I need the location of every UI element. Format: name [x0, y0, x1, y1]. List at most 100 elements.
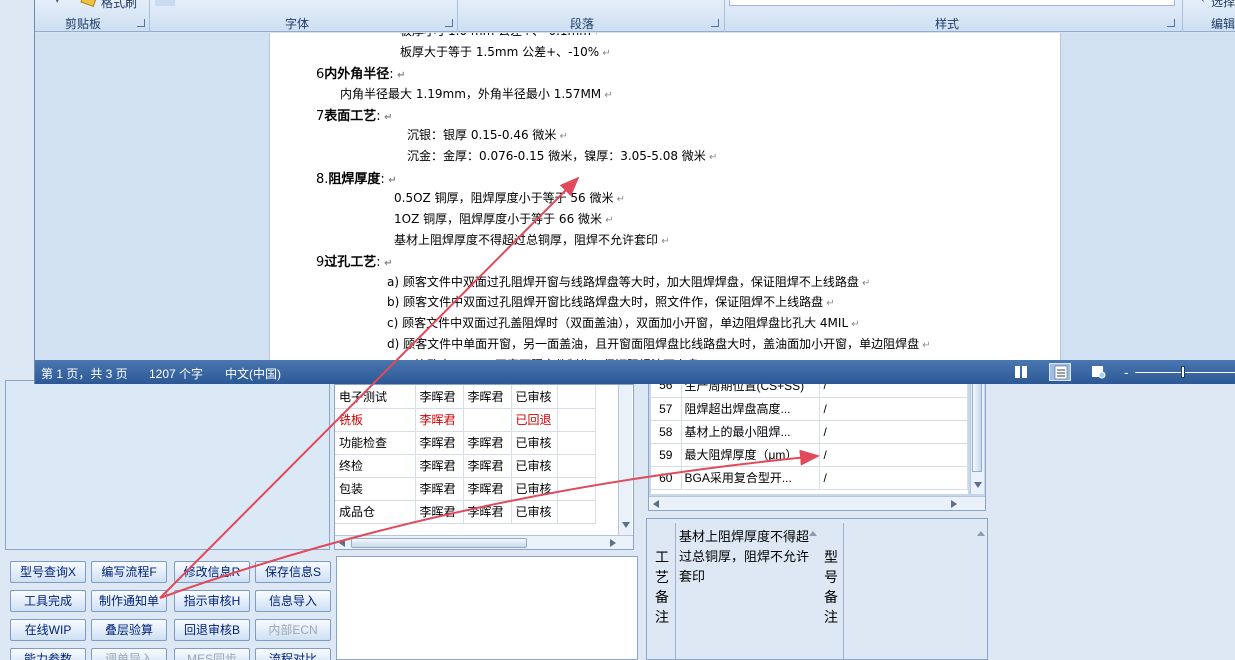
line-text: 0.5OZ 铜厚，阻焊厚度小于等于 56 微米: [394, 191, 614, 205]
doc-paragraph[interactable]: 内角半径最大 1.19mm，外角半径最小 1.57MM ↵: [340, 85, 613, 102]
doc-heading[interactable]: 9过孔工艺: ↵: [316, 251, 393, 270]
process-grid-vscroll[interactable]: [618, 385, 632, 535]
table-row[interactable]: 成品仓 李晖君 李晖君 已审核: [335, 500, 596, 524]
line-text: 1OZ 铜厚，阻焊厚度小于等于 66 微米: [394, 212, 603, 226]
word-window: ▾ 格式刷 剪贴板 字体 段落 样式 ↖ 选择 编辑 板厚小于1.0 mm 公差…: [34, 0, 1235, 384]
paragraph-mark-icon: ↵: [658, 236, 670, 247]
doc-paragraph[interactable]: 0.5OZ 铜厚，阻焊厚度小于等于 56 微米 ↵: [394, 189, 625, 206]
action-button[interactable]: 工具完成: [10, 590, 86, 612]
clipboard-launcher-icon[interactable]: [137, 19, 145, 27]
doc-paragraph[interactable]: 沉银：银厚 0.15-0.46 微米 ↵: [407, 126, 568, 143]
format-painter-icon[interactable]: [80, 0, 98, 8]
scroll-left-icon[interactable]: [653, 500, 659, 508]
process-note-text[interactable]: 基材上阻焊厚度不得超过总铜厚，阻焊不允许套印: [675, 523, 817, 659]
doc-paragraph[interactable]: 沉金：金厚：0.076-0.15 微米，镍厚：3.05-5.08 微米 ↵: [407, 147, 717, 164]
doc-paragraph[interactable]: 板厚小于1.0 mm 公差+、-0.1mm ↵: [400, 33, 603, 39]
doc-paragraph[interactable]: d) 顾客文件中单面开窗，另一面盖油，且开窗面阻焊盘比线路盘大时，盖油面加小开窗…: [387, 335, 931, 352]
action-button[interactable]: 指示审核H: [174, 590, 250, 612]
table-row[interactable]: 终检 李晖君 李晖君 已审核: [335, 454, 596, 478]
table-row[interactable]: 58 基材上的最小阻焊... /: [651, 420, 968, 444]
doc-paragraph[interactable]: 1OZ 铜厚，阻焊厚度小于等于 66 微米 ↵: [394, 210, 614, 227]
cell-empty: [557, 477, 596, 501]
scroll-right-icon[interactable]: [951, 500, 957, 508]
doc-paragraph[interactable]: 板厚大于等于 1.5mm 公差+、-10% ↵: [400, 43, 611, 60]
scroll-up-icon[interactable]: [977, 531, 985, 536]
table-row[interactable]: 功能检查 李晖君 李晖君 已审核: [335, 431, 596, 455]
doc-paragraph[interactable]: c) 顾客文件中双面过孔盖阻焊时（双面盖油），双面加小开窗，单边阻焊盘比孔大 4…: [387, 314, 860, 331]
label-char: 备: [655, 589, 669, 605]
print-layout-icon[interactable]: [1049, 363, 1071, 381]
action-button[interactable]: 信息导入: [255, 590, 331, 612]
cell-name: 最大阻焊厚度（μm）: [681, 443, 820, 467]
table-row[interactable]: 电子测试 李晖君 李晖君 已审核: [335, 385, 596, 409]
model-note-text[interactable]: [843, 523, 986, 659]
web-layout-icon[interactable]: [1087, 363, 1109, 381]
select-pointer-icon[interactable]: ↖: [1197, 0, 1205, 5]
doc-paragraph[interactable]: b) 顾客文件中双面过孔阻焊开窗比线路焊盘大时，照文件作，保证阻焊不上线路盘 ↵: [387, 293, 835, 310]
action-button[interactable]: 修改信息R: [174, 561, 250, 583]
group-separator: [149, 0, 150, 32]
cell-num: 60: [651, 466, 682, 490]
font-launcher-icon[interactable]: [445, 19, 453, 27]
paragraph-mark-icon: ↵: [705, 152, 718, 163]
paragraph-launcher-icon[interactable]: [711, 19, 719, 27]
paragraph-mark-icon: ↵: [556, 131, 568, 142]
doc-paragraph[interactable]: 基材上阻焊厚度不得超过总铜厚，阻焊不允许套印 ↵: [394, 231, 670, 248]
scroll-down-icon[interactable]: [622, 522, 630, 528]
action-button[interactable]: 调单导入: [91, 648, 167, 660]
dropdown-arrow-icon[interactable]: ▾: [55, 0, 60, 6]
action-button[interactable]: 叠层验算: [91, 619, 167, 641]
table-row[interactable]: 57 阻焊超出焊盘高度... /: [651, 397, 968, 421]
action-button[interactable]: 流程对比: [255, 648, 331, 660]
table-row[interactable]: 59 最大阻焊厚度（μm） /: [651, 443, 968, 467]
action-button[interactable]: 回退审核B: [174, 619, 250, 641]
page-count[interactable]: 第 1 页，共 3 页: [41, 365, 128, 382]
process-note-label: 工艺备注: [651, 547, 673, 627]
cell-name: BGA采用复合型开...: [681, 466, 820, 490]
zoom-out-icon[interactable]: -: [1124, 364, 1129, 380]
format-painter-button[interactable]: 格式刷: [101, 0, 137, 11]
action-button[interactable]: 型号查询X: [10, 561, 86, 583]
action-button[interactable]: 编写流程F: [91, 561, 167, 583]
document-page[interactable]: 板厚小于1.0 mm 公差+、-0.1mm ↵ 板厚大于等于 1.5mm 公差+、…: [269, 33, 1061, 360]
action-button[interactable]: MES同步: [174, 648, 250, 660]
paragraph-mark-icon: ↵: [848, 319, 860, 330]
label-char: 号: [824, 569, 838, 585]
reading-view-icon[interactable]: [1010, 363, 1032, 381]
styles-gallery[interactable]: [729, 0, 1175, 6]
zoom-slider-thumb[interactable]: [1181, 366, 1185, 378]
scroll-left-icon[interactable]: [339, 539, 345, 547]
action-button[interactable]: 在线WIP: [10, 619, 86, 641]
action-button[interactable]: 内部ECN: [255, 619, 331, 641]
label-char: 备: [824, 589, 838, 605]
doc-heading[interactable]: 8.阻焊厚度: ↵: [316, 168, 397, 187]
line-text: 表面工艺: [324, 109, 377, 124]
cell-value: /: [819, 466, 968, 490]
hscroll-thumb[interactable]: [351, 538, 527, 548]
group-styles: 样式: [935, 17, 960, 31]
doc-heading[interactable]: 7表面工艺: ↵: [316, 105, 393, 124]
zoom-slider[interactable]: [1135, 372, 1235, 373]
styles-launcher-icon[interactable]: [1167, 19, 1175, 27]
vscroll-thumb[interactable]: [972, 382, 982, 472]
action-button[interactable]: 制作通知单: [91, 590, 167, 612]
language-indicator[interactable]: 中文(中国): [225, 365, 281, 382]
process-grid-hscroll[interactable]: [335, 535, 633, 549]
scroll-right-icon[interactable]: [610, 539, 616, 547]
param-grid-hscroll[interactable]: [649, 496, 985, 510]
scroll-down-icon[interactable]: [974, 482, 982, 488]
scroll-up-icon[interactable]: [809, 531, 817, 536]
cell-maker: 李晖君: [415, 454, 464, 478]
font-box: [155, 0, 175, 6]
doc-heading[interactable]: 6内外角半径: ↵: [316, 63, 406, 82]
table-row[interactable]: 包装 李晖君 李晖君 已审核: [335, 477, 596, 501]
word-count[interactable]: 1207 个字: [149, 365, 203, 382]
table-row[interactable]: 铣板 李晖君 已回退: [335, 408, 596, 432]
table-row[interactable]: 60 BGA采用复合型开... /: [651, 466, 968, 490]
action-button[interactable]: 能力参数: [10, 648, 86, 660]
select-button[interactable]: 选择: [1211, 0, 1235, 10]
paragraph-mark-icon: ↵: [591, 33, 602, 38]
param-grid-vscroll[interactable]: [970, 376, 984, 494]
doc-paragraph[interactable]: a) 顾客文件中双面过孔阻焊开窗与线路焊盘等大时，加大阻焊焊盘，保证阻焊不上线路…: [387, 273, 870, 290]
action-button[interactable]: 保存信息S: [255, 561, 331, 583]
